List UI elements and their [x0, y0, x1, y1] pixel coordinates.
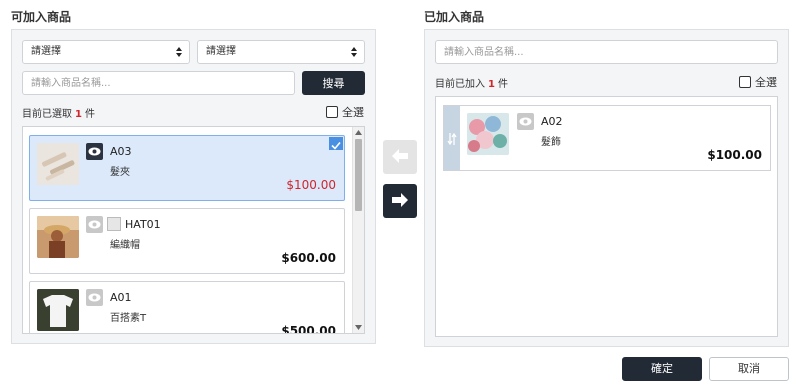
product-code: HAT01: [125, 218, 161, 231]
select-all-checkbox[interactable]: [739, 76, 751, 88]
product-thumbnail: [467, 113, 509, 155]
available-products-title: 可加入商品: [11, 10, 72, 24]
added-suffix: 件: [497, 79, 508, 90]
select-all-label: 全選: [342, 106, 364, 119]
product-price: $600.00: [281, 251, 336, 265]
product-price: $100.00: [707, 148, 762, 162]
list-item[interactable]: A01 百搭素T $500.00: [29, 281, 345, 334]
selected-prefix: 目前已選取: [22, 109, 72, 120]
search-button[interactable]: 搜尋: [302, 71, 365, 95]
preview-eye-icon[interactable]: [86, 143, 103, 160]
category-select-1-value: 請選擇: [31, 46, 61, 57]
product-thumbnail: [37, 216, 79, 258]
product-name: 百搭素T: [110, 313, 147, 324]
select-all-added[interactable]: 全選: [739, 74, 777, 90]
scroll-up-icon[interactable]: [355, 130, 362, 135]
product-thumbnail: [37, 143, 79, 185]
product-price: $100.00: [286, 178, 336, 192]
product-thumbnail: [37, 289, 79, 331]
added-prefix: 目前已加入: [435, 79, 485, 90]
product-code: A01: [110, 291, 132, 304]
added-product-list[interactable]: A02 髮飾 $100.00: [435, 96, 778, 337]
preview-eye-icon[interactable]: [86, 289, 103, 306]
added-count: 1: [488, 79, 495, 90]
select-arrows-icon: [176, 47, 182, 57]
confirm-button[interactable]: 確定: [622, 357, 702, 381]
cancel-button[interactable]: 取消: [709, 357, 789, 381]
move-right-button[interactable]: [383, 184, 417, 218]
move-left-button[interactable]: [383, 140, 417, 174]
arrow-right-icon: [392, 192, 408, 207]
select-all-available[interactable]: 全選: [326, 104, 364, 120]
select-arrows-icon: [351, 47, 357, 57]
product-price: $500.00: [281, 324, 336, 334]
category-select-2-value: 請選擇: [206, 46, 236, 57]
selected-suffix: 件: [84, 109, 95, 120]
select-all-label: 全選: [755, 76, 777, 89]
preview-eye-icon[interactable]: [86, 216, 103, 233]
product-name: 髮飾: [541, 137, 561, 148]
select-all-checkbox[interactable]: [326, 106, 338, 118]
preview-eye-icon[interactable]: [517, 113, 534, 130]
image-placeholder-icon: [107, 217, 121, 231]
available-product-list[interactable]: A03 髮夾 $100.00 HAT01 編織帽 $600.00 A01 百搭素…: [22, 126, 365, 334]
list-item[interactable]: A02 髮飾 $100.00: [443, 105, 771, 171]
available-products-panel: 請選擇 請選擇 搜尋 目前已選取1件 全選: [11, 29, 376, 344]
reorder-icon: [447, 133, 457, 145]
selected-count: 1: [75, 109, 82, 120]
product-code: A03: [110, 145, 132, 158]
category-select-1[interactable]: 請選擇: [22, 40, 190, 64]
product-code: A02: [541, 115, 563, 128]
list-scrollbar[interactable]: [352, 127, 364, 333]
added-search-input[interactable]: [435, 40, 778, 64]
category-select-2[interactable]: 請選擇: [197, 40, 365, 64]
list-item[interactable]: HAT01 編織帽 $600.00: [29, 208, 345, 274]
selected-count-text: 目前已選取 1 件: [22, 105, 95, 120]
product-name: 髮夾: [110, 167, 130, 178]
drag-handle[interactable]: [444, 106, 460, 170]
added-products-panel: 目前已加入1件 全選: [424, 29, 789, 347]
scroll-down-icon[interactable]: [355, 325, 362, 330]
scroll-thumb[interactable]: [355, 139, 362, 211]
list-item[interactable]: A03 髮夾 $100.00: [29, 135, 345, 201]
added-products-title: 已加入商品: [424, 10, 485, 24]
product-name: 編織帽: [110, 240, 140, 251]
product-search-input[interactable]: [22, 71, 295, 95]
arrow-left-icon: [392, 148, 408, 163]
added-count-text: 目前已加入 1 件: [435, 75, 508, 90]
selected-check-icon: [329, 137, 343, 150]
